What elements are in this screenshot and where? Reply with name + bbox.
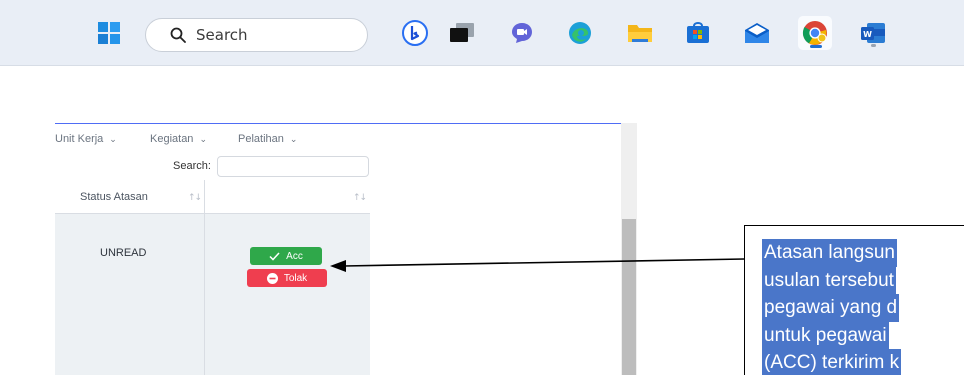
task-view-button[interactable]	[445, 16, 479, 50]
menu-unit-kerja-label: Unit Kerja	[55, 133, 104, 145]
column-divider	[204, 180, 205, 375]
edge-icon	[569, 22, 591, 44]
running-app-indicator	[871, 44, 876, 47]
chevron-down-icon: ⌄	[199, 133, 207, 144]
search-icon	[170, 27, 186, 43]
header-divider	[55, 123, 622, 124]
chrome-button[interactable]	[798, 16, 832, 50]
callout-line: untuk pegawai	[762, 321, 889, 349]
bing-button[interactable]	[398, 16, 432, 50]
active-app-indicator	[810, 45, 822, 48]
approval-table-panel: Unit Kerja ⌄ Kegiatan ⌄ Pelatihan ⌄ Sear…	[55, 123, 637, 375]
word-icon: W	[861, 23, 885, 43]
annotation-callout: Atasan langsun usulan tersebut pegawai y…	[744, 225, 964, 375]
chrome-icon	[802, 21, 827, 45]
teams-chat-icon	[512, 23, 532, 43]
callout-line: (ACC) terkirim k	[762, 349, 902, 375]
callout-line: Atasan langsun	[762, 239, 897, 267]
tolak-button-label: Tolak	[283, 272, 308, 284]
callout-line: usulan tersebut	[762, 266, 896, 294]
teams-chat-button[interactable]	[505, 16, 539, 50]
word-button[interactable]: W	[856, 16, 890, 50]
microsoft-store-icon	[687, 22, 709, 43]
chevron-down-icon: ⌄	[109, 133, 117, 144]
windows-logo-icon	[98, 22, 120, 44]
menu-pelatihan-label: Pelatihan	[238, 133, 284, 145]
taskbar-search-placeholder: Search	[196, 26, 248, 44]
table-search-input[interactable]	[217, 156, 369, 177]
menu-kegiatan-label: Kegiatan	[150, 133, 194, 145]
column-header-status-atasan[interactable]: Status Atasan	[80, 191, 148, 203]
acc-button-label: Acc	[286, 250, 303, 262]
sort-icon[interactable]: ↑↓	[188, 193, 202, 203]
start-button[interactable]	[92, 16, 126, 50]
callout-line: pegawai yang d	[762, 294, 900, 322]
scrollbar-thumb[interactable]	[622, 219, 636, 375]
mail-icon	[745, 23, 769, 43]
taskbar: Search W	[0, 0, 964, 66]
table-search-label: Search:	[173, 160, 211, 172]
callout-text: Atasan langsun usulan tersebut pegawai y…	[762, 239, 902, 375]
table-row	[55, 214, 370, 375]
status-atasan-cell: UNREAD	[100, 247, 147, 259]
tolak-button[interactable]: Tolak	[247, 269, 327, 287]
task-view-icon	[450, 23, 474, 42]
check-icon	[269, 251, 280, 261]
minus-circle-icon	[266, 272, 278, 284]
chevron-down-icon: ⌄	[289, 133, 298, 144]
mail-button[interactable]	[740, 16, 774, 50]
microsoft-store-button[interactable]	[681, 16, 715, 50]
svg-text:W: W	[863, 30, 872, 39]
bing-icon	[402, 20, 428, 46]
menu-pelatihan[interactable]: Pelatihan ⌄	[238, 133, 297, 145]
sort-icon[interactable]: ↑↓	[353, 193, 367, 203]
file-explorer-button[interactable]	[623, 16, 657, 50]
screenshot-root: Search W Unit Kerja ⌄ Kegiatan ⌄ Pelatih…	[0, 0, 964, 375]
menu-kegiatan[interactable]: Kegiatan ⌄	[150, 133, 207, 145]
acc-button[interactable]: Acc	[250, 247, 322, 265]
menu-unit-kerja[interactable]: Unit Kerja ⌄	[55, 133, 117, 145]
taskbar-search-box[interactable]: Search	[145, 18, 368, 52]
edge-button[interactable]	[563, 16, 597, 50]
file-explorer-icon	[628, 25, 652, 42]
